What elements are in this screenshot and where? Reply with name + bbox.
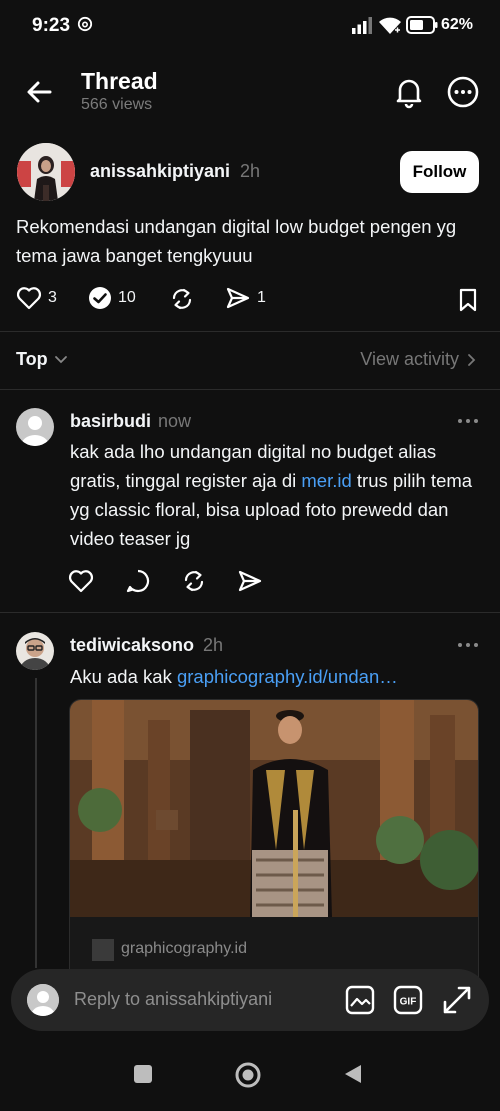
- follow-button[interactable]: Follow: [400, 151, 479, 193]
- reply-link[interactable]: mer.id: [301, 470, 351, 491]
- post-username[interactable]: anissahkiptiyani: [90, 161, 230, 182]
- comment-icon[interactable]: [125, 568, 151, 594]
- repost-icon: [172, 288, 192, 310]
- thread-header: Thread 566 views: [0, 60, 500, 128]
- avatar: [27, 984, 59, 1016]
- divider: [0, 331, 500, 332]
- reply-text: kak ada lho undangan digital no budget a…: [70, 437, 480, 553]
- verified-check-icon: [89, 287, 111, 309]
- view-activity-link[interactable]: View activity: [360, 349, 476, 370]
- bell-icon[interactable]: [389, 72, 429, 112]
- post-time: 2h: [240, 161, 261, 181]
- link-preview-card[interactable]: graphicography.id: [69, 699, 479, 999]
- post-text: Rekomendasi undangan digital low budget …: [16, 216, 457, 266]
- battery-percent: 62%: [441, 16, 474, 33]
- sort-dropdown[interactable]: Top: [16, 349, 68, 370]
- system-nav-bar: [0, 1040, 500, 1111]
- reply-username[interactable]: tediwicaksono: [70, 635, 194, 656]
- share-count: 1: [257, 289, 266, 306]
- recents-square-icon[interactable]: [133, 1064, 153, 1084]
- divider: [0, 389, 500, 390]
- expand-icon[interactable]: [441, 984, 473, 1016]
- svg-text:GIF: GIF: [400, 997, 417, 1008]
- image-icon[interactable]: [344, 984, 376, 1016]
- reply-actions: [68, 568, 268, 596]
- link-preview-image: [70, 700, 478, 917]
- avatar[interactable]: [16, 408, 54, 446]
- back-triangle-icon[interactable]: [344, 1064, 362, 1084]
- wifi-icon: [379, 17, 401, 34]
- reply-text: Aku ada kak graphicography.id/undan…: [70, 662, 480, 691]
- more-dots-icon[interactable]: [456, 416, 480, 426]
- share-action[interactable]: 1: [225, 286, 266, 310]
- like-action[interactable]: 3: [16, 286, 57, 310]
- sort-label: Top: [16, 349, 48, 369]
- like-count: 3: [48, 289, 57, 306]
- status-bar: 9:23 62%: [0, 0, 500, 52]
- bookmark-icon[interactable]: [457, 288, 479, 312]
- avatar[interactable]: [16, 632, 54, 670]
- reply-composer[interactable]: Reply to anissahkiptiyani GIF: [11, 969, 489, 1031]
- status-time: 9:23: [32, 15, 71, 36]
- reply-time: 2h: [203, 635, 224, 655]
- view-activity-label: View activity: [360, 349, 459, 369]
- repost-action[interactable]: [169, 286, 195, 312]
- home-circle-icon[interactable]: [235, 1062, 261, 1088]
- replies-action[interactable]: 10: [88, 286, 136, 310]
- gif-icon[interactable]: GIF: [392, 984, 424, 1016]
- link-domain: graphicography.id: [121, 940, 248, 957]
- reply-count: 10: [118, 289, 136, 306]
- reply-input[interactable]: Reply to anissahkiptiyani: [74, 989, 272, 1010]
- signal-icon: [352, 17, 372, 34]
- threads-notification-icon: [77, 16, 93, 32]
- more-dots-icon[interactable]: [456, 640, 480, 650]
- post-actions: 3 10 1: [16, 286, 486, 316]
- avatar[interactable]: [17, 143, 75, 201]
- reply-link[interactable]: graphicography.id/undan…: [177, 666, 398, 687]
- back-arrow-icon[interactable]: [22, 74, 58, 110]
- reply-time: now: [158, 411, 192, 431]
- divider: [0, 612, 500, 613]
- chevron-down-icon: [54, 355, 67, 363]
- chevron-right-icon: [468, 353, 476, 366]
- view-count: 566 views: [81, 96, 153, 113]
- more-options-icon[interactable]: [443, 72, 483, 112]
- send-icon[interactable]: [237, 568, 263, 594]
- thread-line: [35, 678, 37, 968]
- page-title: Thread: [81, 68, 158, 94]
- favicon-icon: [92, 939, 114, 961]
- heart-icon: [16, 287, 42, 310]
- reply-username[interactable]: basirbudi: [70, 411, 151, 432]
- heart-icon[interactable]: [68, 568, 94, 594]
- battery-icon: [406, 16, 438, 34]
- repost-icon[interactable]: [181, 568, 207, 594]
- send-icon: [226, 287, 250, 309]
- reply-text-part: Aku ada kak: [70, 666, 177, 687]
